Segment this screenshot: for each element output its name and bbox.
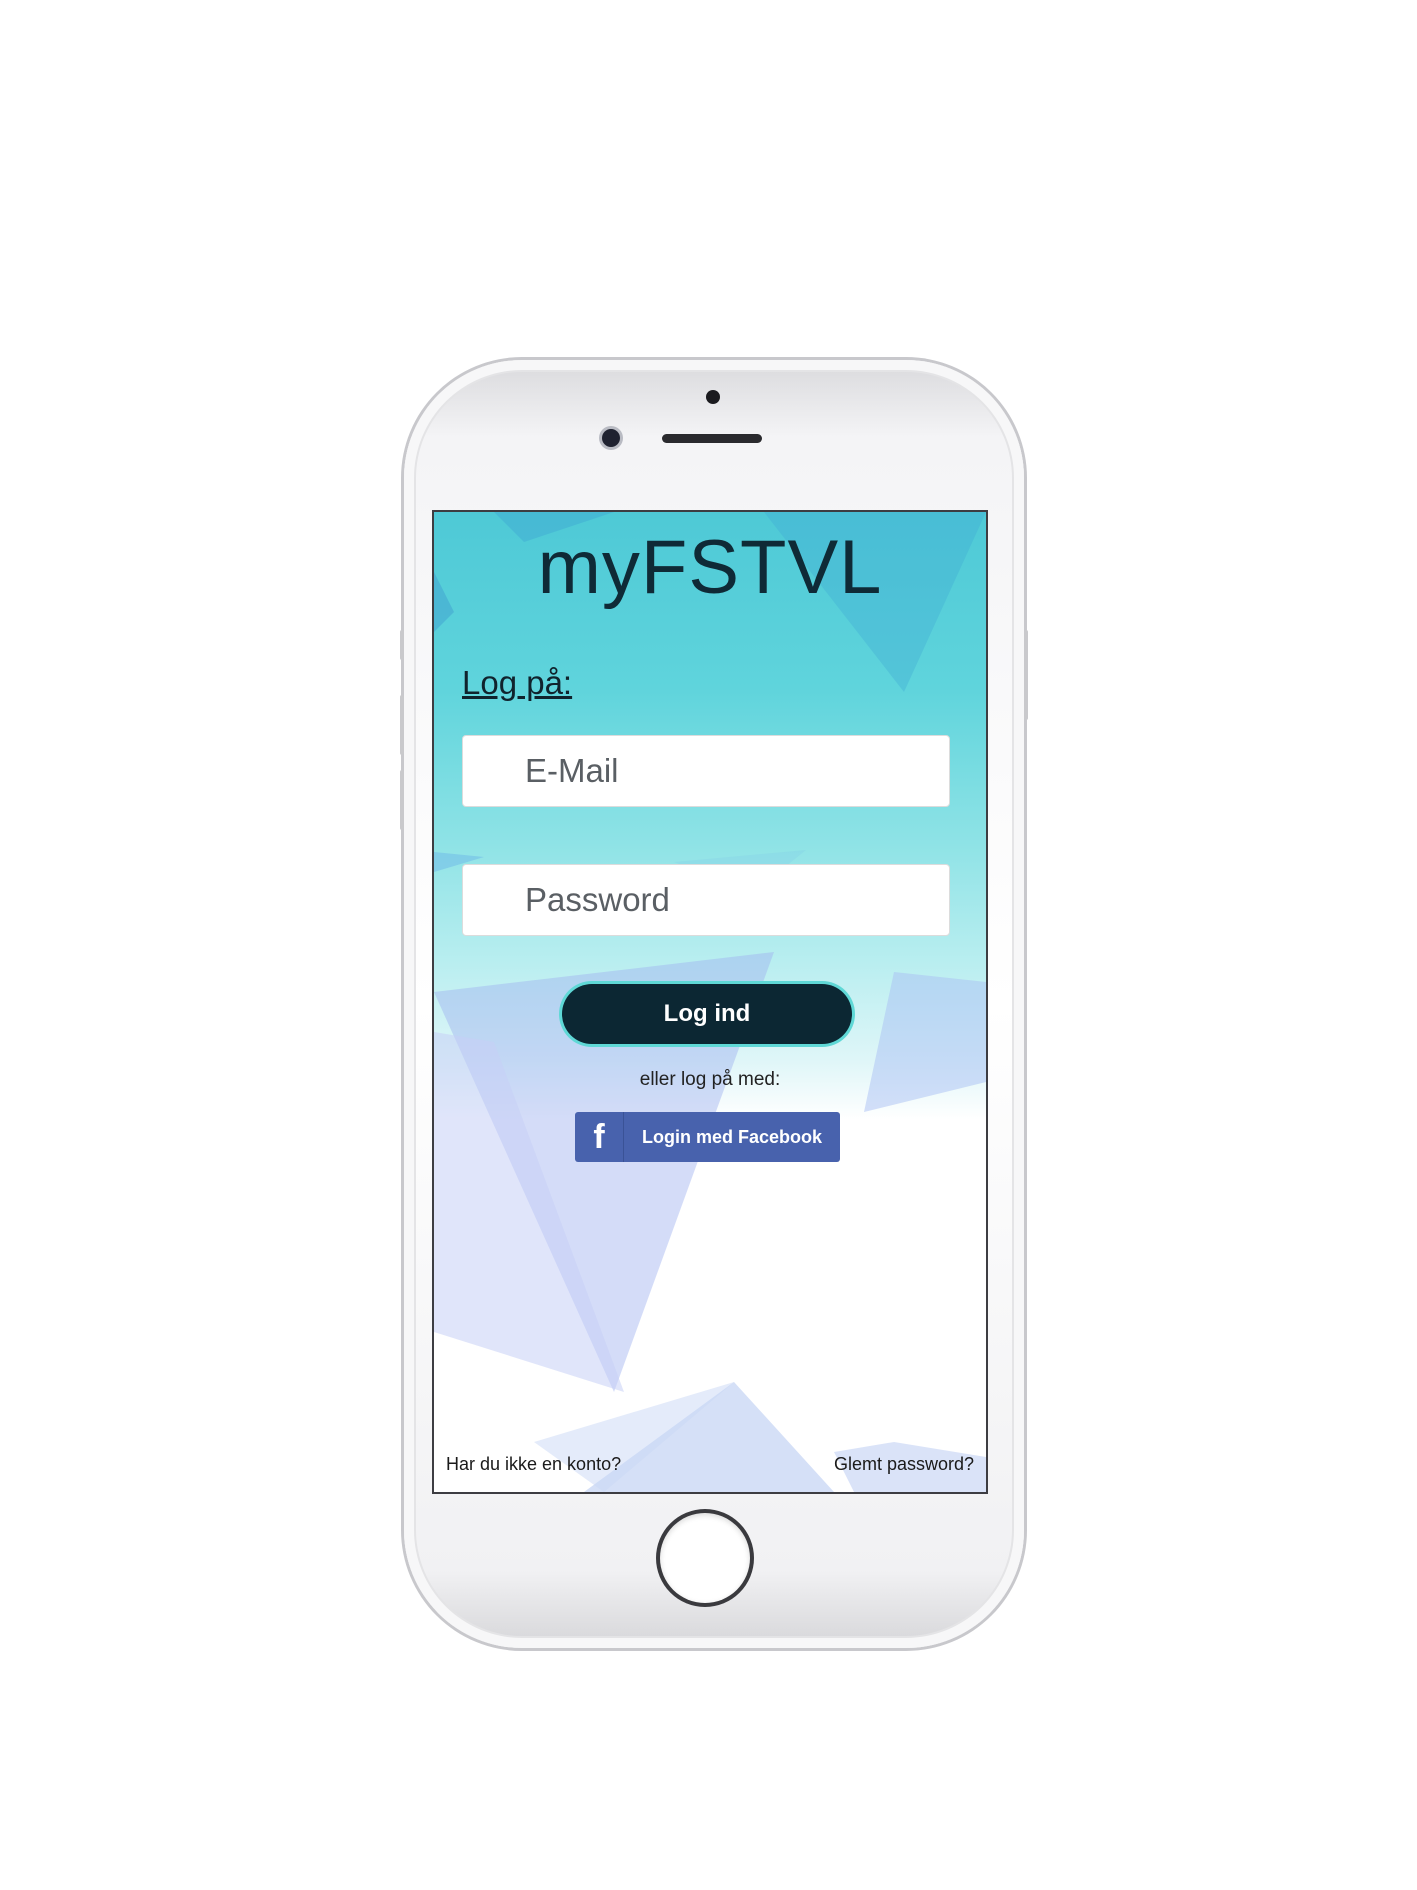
facebook-login-label: Login med Facebook (641, 1126, 823, 1147)
volume-down-button (400, 770, 404, 830)
home-button[interactable] (660, 1513, 750, 1603)
earpiece-speaker (662, 434, 762, 443)
front-camera (602, 429, 620, 447)
forgot-password-link[interactable]: Glemt password? (834, 1454, 974, 1475)
facebook-icon: f (575, 1112, 624, 1162)
facebook-login-button[interactable]: f Login med Facebook (575, 1112, 840, 1162)
silent-switch (400, 630, 404, 660)
password-input[interactable] (462, 864, 950, 936)
login-button[interactable]: Log ind (562, 984, 852, 1044)
login-heading: Log på: (462, 664, 573, 701)
app-screen: myFSTVL Log på: Log ind eller log på med… (434, 512, 986, 1492)
volume-up-button (400, 695, 404, 755)
signup-link[interactable]: Har du ikke en konto? (446, 1454, 621, 1475)
sensor-dot (706, 390, 720, 404)
app-title: myFSTVL (537, 525, 883, 610)
power-button (1024, 630, 1028, 720)
email-input[interactable] (462, 735, 950, 807)
alternative-login-label: eller log på med: (639, 1069, 781, 1090)
